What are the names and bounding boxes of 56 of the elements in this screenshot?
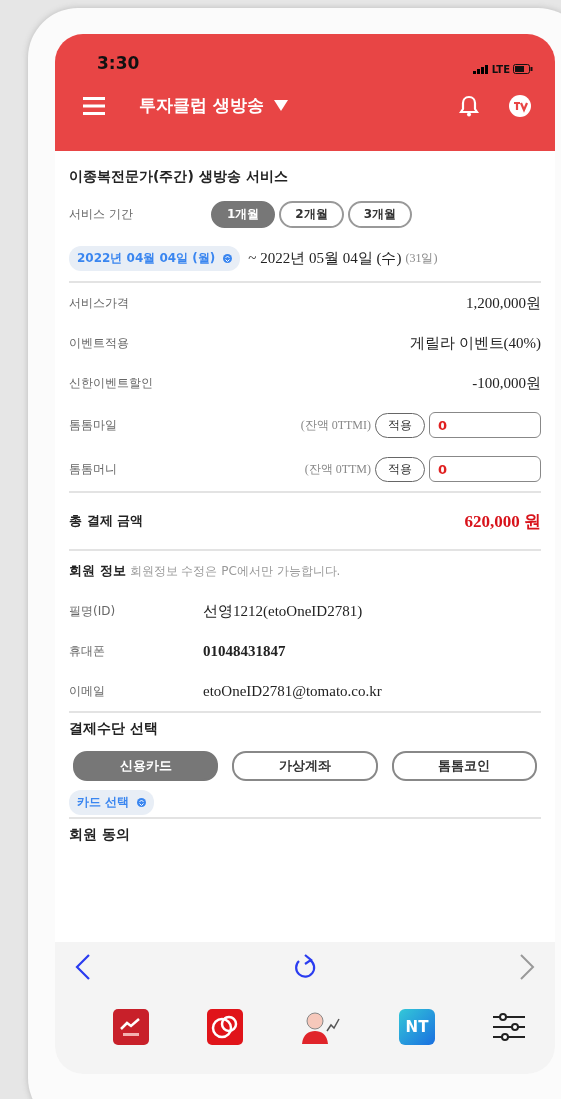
price-value: 게릴라 이벤트(40%) (409, 333, 541, 353)
page-title[interactable]: 투자클럽 생방송 (139, 94, 264, 117)
points-input[interactable]: 0 (429, 456, 541, 482)
balance-text: (잔액 0TTMI) (300, 416, 371, 434)
section-title: 회원 정보 (69, 562, 126, 580)
price-label: 톰톰머니 (69, 460, 117, 478)
end-date: ~ 2022년 05월 04일 (수) (248, 248, 402, 268)
info-value: 01048431847 (203, 642, 286, 660)
info-label: 필명(ID) (69, 602, 117, 620)
apply-button[interactable]: 적용 (375, 456, 425, 482)
payment-option[interactable]: 신용카드 (73, 751, 219, 781)
days-count: (31일) (405, 249, 438, 267)
price-label: 서비스가격 (69, 294, 129, 312)
field-label: 서비스 기간 (69, 205, 134, 223)
person-chart-icon[interactable] (301, 1009, 341, 1045)
signal-icon (472, 64, 489, 74)
total-label: 총 결제 금액 (69, 512, 144, 530)
payment-option[interactable]: 가상계좌 (232, 751, 378, 781)
payment-option[interactable]: 톰톰코인 (391, 751, 537, 781)
price-label: 이벤트적용 (69, 334, 129, 352)
note-text: 회원정보 수정은 PC에서만 가능합니다. (129, 562, 341, 580)
period-option[interactable]: 3개월 (347, 200, 413, 228)
period-option[interactable]: 1개월 (211, 200, 276, 228)
apply-button[interactable]: 적용 (375, 412, 425, 438)
tv-icon[interactable] (509, 94, 531, 117)
period-option[interactable]: 2개월 (279, 200, 344, 228)
chart-app-icon[interactable] (113, 1009, 149, 1045)
points-input[interactable]: 0 (429, 412, 541, 438)
price-value: 1,200,000원 (466, 293, 541, 313)
nt-app-icon[interactable]: NT (399, 1009, 435, 1045)
date-select[interactable]: 2022년 04월 04일 (월) (69, 245, 241, 271)
section-title: 이종복전문가(주간) 생방송 서비스 (69, 167, 289, 186)
total-amount: 620,000 원 (464, 510, 541, 533)
caret-icon[interactable] (273, 100, 288, 111)
bell-icon[interactable] (459, 94, 479, 117)
info-label: 휴대폰 (69, 642, 106, 660)
info-value: 선영1212(etoOneID2781) (203, 601, 363, 621)
section-title: 회원 동의 (69, 825, 131, 844)
up-down-icon (223, 253, 233, 263)
section-title: 결제수단 선택 (69, 719, 159, 738)
menu-icon[interactable] (83, 96, 105, 115)
price-label: 톰톰마일 (69, 416, 117, 434)
price-value: -100,000원 (472, 373, 541, 393)
info-label: 이메일 (69, 682, 106, 700)
info-value: etoOneID2781@tomato.co.kr (203, 682, 382, 700)
forward-icon[interactable] (519, 953, 535, 981)
battery-icon (513, 64, 533, 74)
card-select[interactable]: 카드 선택 (69, 789, 155, 815)
back-icon[interactable] (75, 953, 91, 981)
sliders-icon[interactable] (493, 1012, 525, 1042)
up-down-icon (137, 797, 147, 807)
balance-text: (잔액 0TTM) (304, 460, 371, 478)
status-time: 3:30 (97, 53, 140, 73)
network-label: LTE (491, 63, 510, 75)
price-label: 신한이벤트할인 (69, 374, 153, 392)
chat-app-icon[interactable] (207, 1009, 243, 1045)
